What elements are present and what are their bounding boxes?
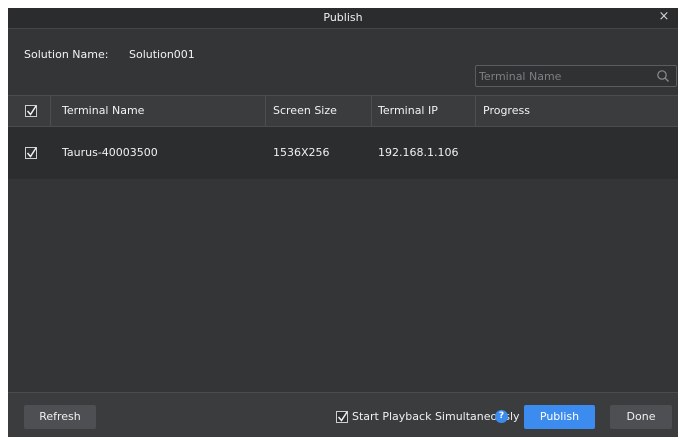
column-header-terminal-ip[interactable]: Terminal IP [378, 96, 438, 126]
cell-screen-size: 1536X256 [273, 146, 330, 159]
dialog-title: Publish [323, 11, 363, 24]
solution-name-value: Solution001 [129, 48, 195, 61]
checkmark-icon [337, 411, 348, 422]
table-row[interactable]: Taurus-40003500 1536X256 192.168.1.106 [8, 127, 678, 179]
cell-terminal-ip: 192.168.1.106 [378, 146, 459, 159]
column-divider [371, 96, 372, 126]
title-bar: Publish × [8, 8, 678, 29]
dialog-footer: Refresh Start Playback Simultaneously ? … [8, 392, 678, 437]
column-header-progress[interactable]: Progress [483, 96, 530, 126]
column-divider [50, 96, 51, 126]
close-icon[interactable]: × [656, 9, 672, 25]
column-divider [265, 96, 266, 126]
publish-dialog: Publish × Solution Name: Solution001 Ter… [8, 8, 678, 437]
column-header-terminal-name[interactable]: Terminal Name [62, 96, 144, 126]
column-header-screen-size[interactable]: Screen Size [273, 96, 337, 126]
checkmark-icon [26, 105, 37, 116]
select-all-checkbox[interactable] [25, 105, 37, 117]
column-divider [475, 96, 476, 126]
solution-name-label: Solution Name: [24, 48, 109, 61]
refresh-button[interactable]: Refresh [24, 405, 96, 429]
terminal-search-input[interactable] [479, 68, 649, 84]
cell-terminal-name: Taurus-40003500 [62, 146, 158, 159]
publish-button[interactable]: Publish [524, 405, 595, 429]
table-header: Terminal Name Screen Size Terminal IP Pr… [8, 95, 678, 127]
start-playback-simultaneously-checkbox[interactable] [336, 411, 348, 423]
help-icon[interactable]: ? [495, 410, 508, 423]
search-icon[interactable] [656, 69, 670, 83]
terminal-search-box[interactable] [475, 65, 677, 87]
checkmark-icon [26, 147, 37, 158]
done-button[interactable]: Done [610, 405, 672, 429]
row-checkbox[interactable] [25, 147, 37, 159]
